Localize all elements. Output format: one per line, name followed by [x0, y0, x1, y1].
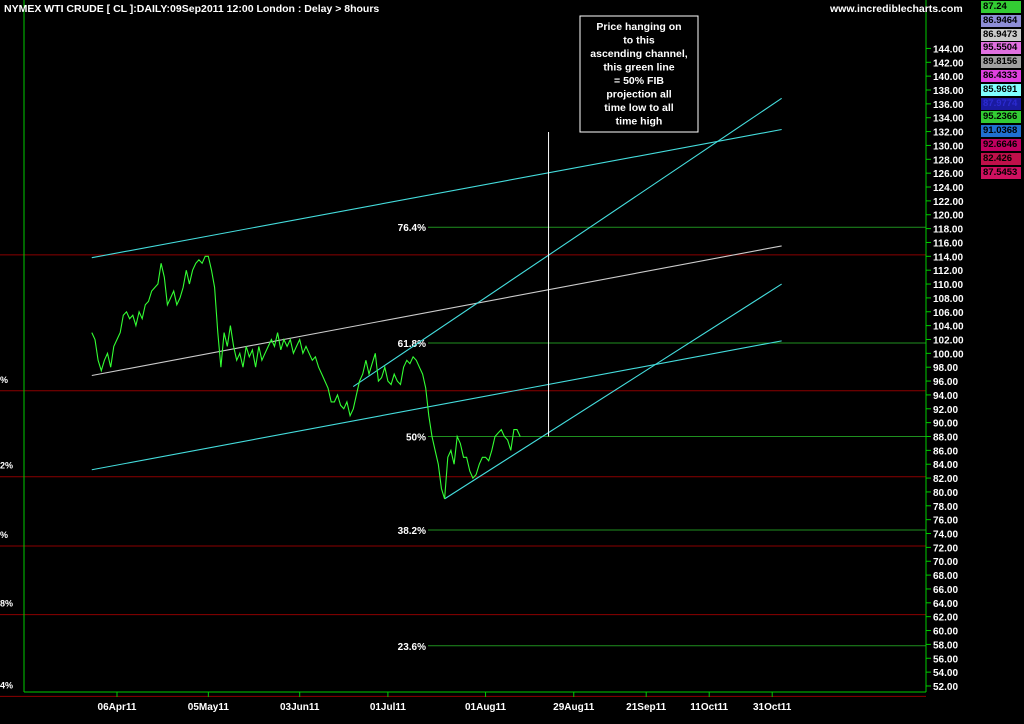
annotation-line: this green line — [603, 62, 674, 74]
chart-title: NYMEX WTI CRUDE [ CL ]:DAILY:09Sep2011 1… — [4, 3, 379, 15]
left-fib-label: % — [0, 375, 8, 385]
y-tick-label: 142.00 — [933, 58, 964, 69]
site-label: www.incrediblecharts.com — [829, 3, 963, 15]
x-tick-label: 01Jul11 — [370, 702, 407, 713]
y-tick-label: 102.00 — [933, 335, 964, 346]
x-tick-label: 21Sep11 — [626, 702, 666, 713]
y-tick-label: 90.00 — [933, 419, 958, 430]
y-tick-label: 106.00 — [933, 308, 964, 319]
price-box: 86.4333 — [981, 70, 1021, 82]
annotation-line: ascending channel, — [590, 48, 688, 60]
y-tick-label: 76.00 — [933, 516, 958, 527]
x-tick-label: 06Apr11 — [98, 702, 137, 713]
fib-label: 23.6% — [398, 642, 426, 653]
price-box: 92.6646 — [981, 139, 1021, 151]
price-box: 87.24 — [981, 1, 1021, 13]
y-tick-label: 128.00 — [933, 155, 964, 166]
y-tick-label: 62.00 — [933, 613, 958, 624]
y-tick-label: 68.00 — [933, 571, 958, 582]
y-tick-label: 120.00 — [933, 211, 964, 222]
x-tick-label: 03Jun11 — [280, 702, 320, 713]
price-box: 87.5453 — [981, 166, 1021, 179]
annotation-line: time low to all — [604, 102, 674, 114]
annotation-line: = 50% FIB — [614, 75, 664, 87]
chart-background — [0, 0, 1024, 724]
y-tick-label: 122.00 — [933, 197, 964, 208]
y-tick-label: 98.00 — [933, 363, 958, 374]
annotation-line: projection all — [606, 89, 671, 101]
price-box: 85.9691 — [981, 83, 1021, 96]
y-tick-label: 64.00 — [933, 599, 958, 610]
left-fib-label: 4% — [0, 680, 13, 690]
price-box: 86.9473 — [981, 28, 1021, 41]
left-fib-label: 8% — [0, 599, 13, 609]
y-tick-label: 126.00 — [933, 169, 964, 180]
price-box: 91.0368 — [981, 125, 1021, 138]
y-tick-label: 114.00 — [933, 252, 963, 263]
y-tick-label: 130.00 — [933, 141, 964, 152]
price-box: 95.2366 — [981, 111, 1021, 124]
left-fib-label: % — [0, 530, 8, 540]
y-tick-label: 110.00 — [933, 280, 963, 291]
y-tick-label: 82.00 — [933, 474, 958, 485]
y-tick-label: 78.00 — [933, 502, 958, 513]
y-tick-label: 96.00 — [933, 377, 958, 388]
x-tick-label: 31Oct11 — [753, 702, 792, 713]
price-box: 89.8156 — [981, 56, 1021, 69]
x-tick-label: 01Aug11 — [465, 702, 507, 713]
y-tick-label: 58.00 — [933, 640, 958, 651]
y-tick-label: 118.00 — [933, 225, 963, 236]
y-tick-label: 108.00 — [933, 294, 964, 305]
price-box: 87.9774 — [981, 97, 1021, 110]
y-tick-label: 144.00 — [933, 44, 964, 55]
y-tick-label: 84.00 — [933, 460, 958, 471]
x-tick-label: 05May11 — [188, 702, 230, 713]
annotation-line: Price hanging on — [596, 21, 681, 33]
y-tick-label: 92.00 — [933, 405, 958, 416]
y-tick-label: 80.00 — [933, 488, 958, 499]
y-tick-label: 132.00 — [933, 128, 964, 139]
y-tick-label: 100.00 — [933, 349, 964, 360]
y-tick-label: 138.00 — [933, 86, 964, 97]
x-tick-label: 29Aug11 — [553, 702, 595, 713]
y-tick-label: 136.00 — [933, 100, 964, 111]
y-tick-label: 140.00 — [933, 72, 964, 83]
y-tick-label: 104.00 — [933, 322, 964, 333]
y-tick-label: 56.00 — [933, 654, 958, 665]
y-tick-label: 94.00 — [933, 391, 958, 402]
chart: %2%%8%4% 76.4%61.8%50%38.2%23.6% 52.0054… — [0, 0, 1024, 724]
y-tick-label: 124.00 — [933, 183, 964, 194]
x-tick-label: 11Oct11 — [690, 702, 728, 713]
y-tick-label: 86.00 — [933, 446, 958, 457]
y-tick-label: 134.00 — [933, 114, 964, 125]
y-tick-label: 54.00 — [933, 668, 958, 679]
y-tick-label: 52.00 — [933, 682, 958, 693]
annotation-line: time high — [616, 116, 663, 128]
left-fib-label: 2% — [0, 461, 13, 471]
price-box: 86.9464 — [981, 14, 1021, 27]
price-box: 82.426 — [981, 152, 1021, 165]
y-tick-label: 72.00 — [933, 543, 958, 554]
fib-label: 38.2% — [398, 526, 426, 537]
y-tick-label: 60.00 — [933, 627, 958, 638]
y-tick-label: 70.00 — [933, 557, 958, 568]
price-box: 95.5504 — [981, 42, 1021, 55]
fib-label: 50% — [406, 433, 426, 444]
fib-label: 76.4% — [398, 223, 426, 234]
y-tick-label: 116.00 — [933, 238, 963, 249]
y-tick-label: 112.00 — [933, 266, 963, 277]
annotation-line: to this — [623, 35, 655, 47]
y-tick-label: 88.00 — [933, 433, 958, 444]
y-tick-label: 66.00 — [933, 585, 958, 596]
y-tick-label: 74.00 — [933, 530, 958, 541]
